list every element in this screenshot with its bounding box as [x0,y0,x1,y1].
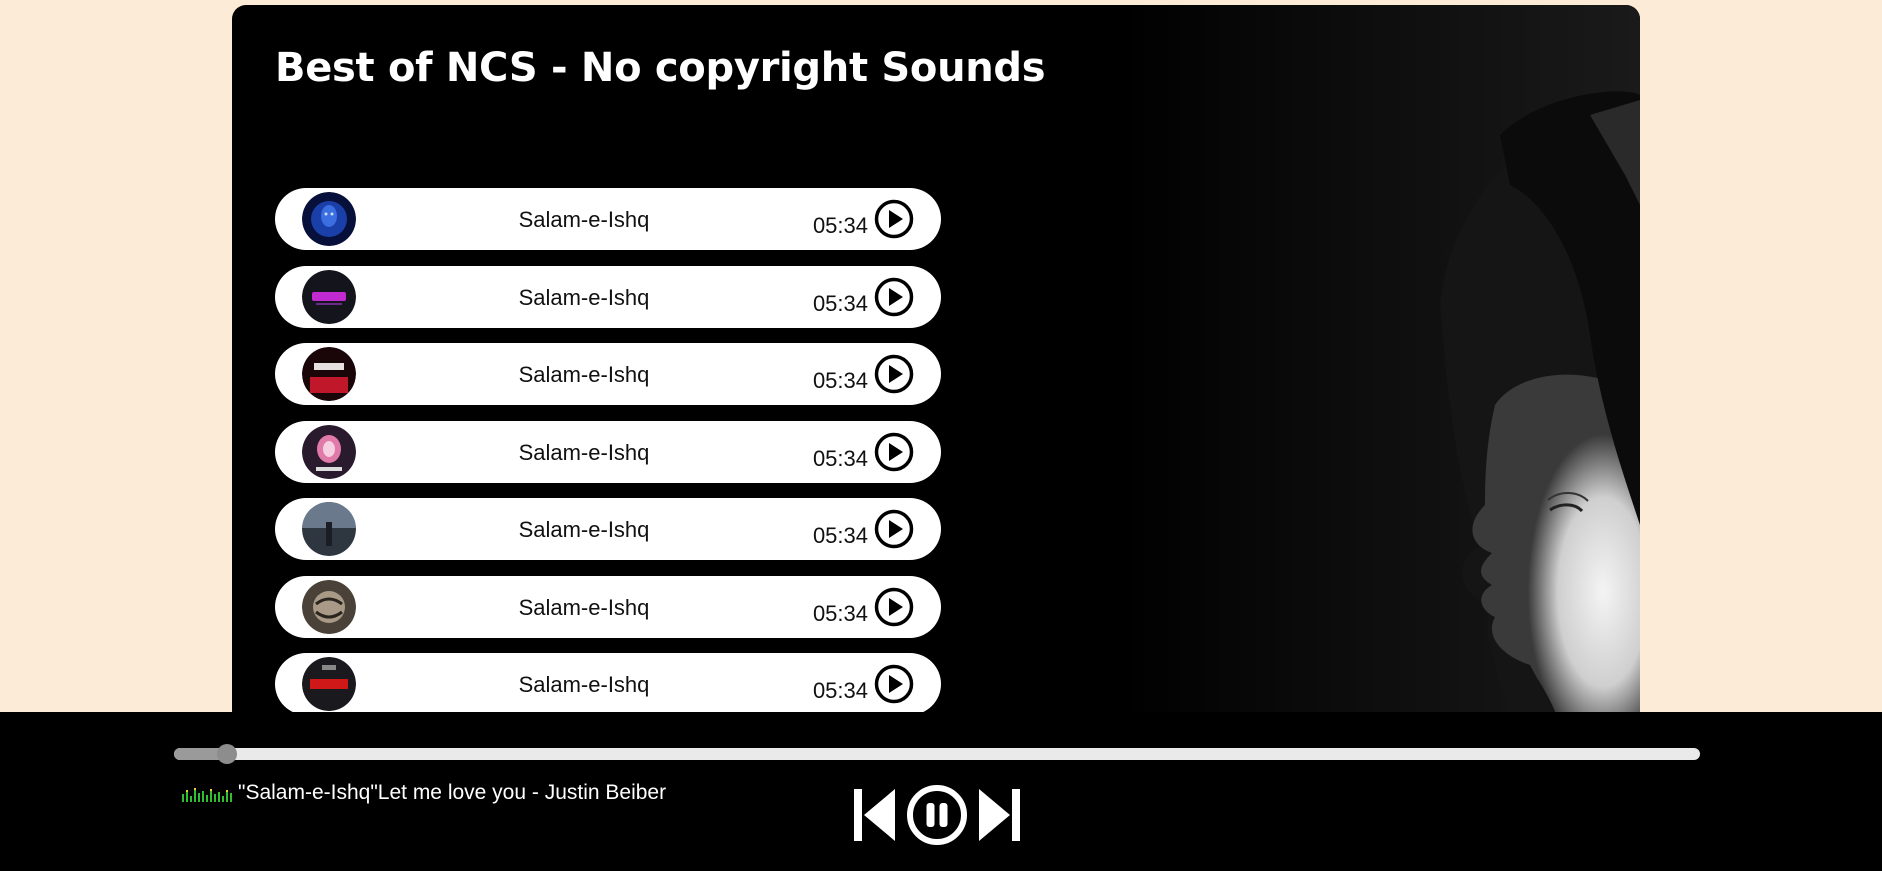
play-circle-icon[interactable] [874,432,914,472]
progress-thumb[interactable] [217,744,238,764]
skip-next-icon[interactable] [978,787,1020,843]
song-list: Salam-e-Ishq 05:34 Salam-e-Ishq 05:34 Sa… [275,188,941,725]
song-duration: 05:34 [812,523,868,548]
song-duration: 05:34 [812,445,868,471]
song-item[interactable]: Salam-e-Ishq 05:34 [275,188,941,250]
song-duration: 05:34 [812,678,868,703]
playback-controls [854,782,1020,848]
song-name: Salam-e-Ishq [518,672,650,697]
song-duration: 05:34 [812,213,868,238]
song-item[interactable]: Salam-e-Ishq 05:34 [275,575,941,638]
song-name: Salam-e-Ishq [518,517,650,542]
song-item[interactable]: Salam-e-Ishq 05:34 [275,420,941,483]
skip-previous-icon[interactable] [854,787,896,843]
song-duration: 05:34 [812,290,868,316]
play-circle-icon[interactable] [874,354,914,394]
song-name: Salam-e-Ishq [518,362,650,387]
play-circle-icon[interactable] [874,199,914,239]
song-duration: 05:34 [812,368,868,393]
song-name: Salam-e-Ishq [518,594,650,620]
pause-circle-icon[interactable] [906,784,968,846]
play-circle-icon[interactable] [874,664,914,704]
song-item[interactable]: Salam-e-Ishq 05:34 [275,343,941,405]
play-circle-icon[interactable] [874,587,914,627]
now-playing-info: "Salam-e-Ishq"Let me love you - Justin B… [182,781,666,805]
song-item[interactable]: Salam-e-Ishq 05:34 [275,653,941,715]
equalizer-icon [182,786,236,802]
song-duration: 05:34 [812,600,868,626]
song-name: Salam-e-Ishq [518,439,650,465]
song-item[interactable]: Salam-e-Ishq 05:34 [275,498,941,560]
background-photo [1120,5,1640,725]
progress-bar[interactable] [174,744,1700,764]
song-item[interactable]: Salam-e-Ishq 05:34 [275,265,941,328]
playlist-panel: Best of NCS - No copyright Sounds Salam-… [232,5,1640,725]
playlist-title: Best of NCS - No copyright Sounds [275,45,1046,91]
song-name: Salam-e-Ishq [518,284,650,310]
play-circle-icon[interactable] [874,509,914,549]
song-name: Salam-e-Ishq [518,207,650,232]
play-circle-icon[interactable] [874,277,914,317]
now-playing-text: "Salam-e-Ishq"Let me love you - Justin B… [238,781,667,804]
player-bar: "Salam-e-Ishq"Let me love you - Justin B… [0,712,1882,871]
